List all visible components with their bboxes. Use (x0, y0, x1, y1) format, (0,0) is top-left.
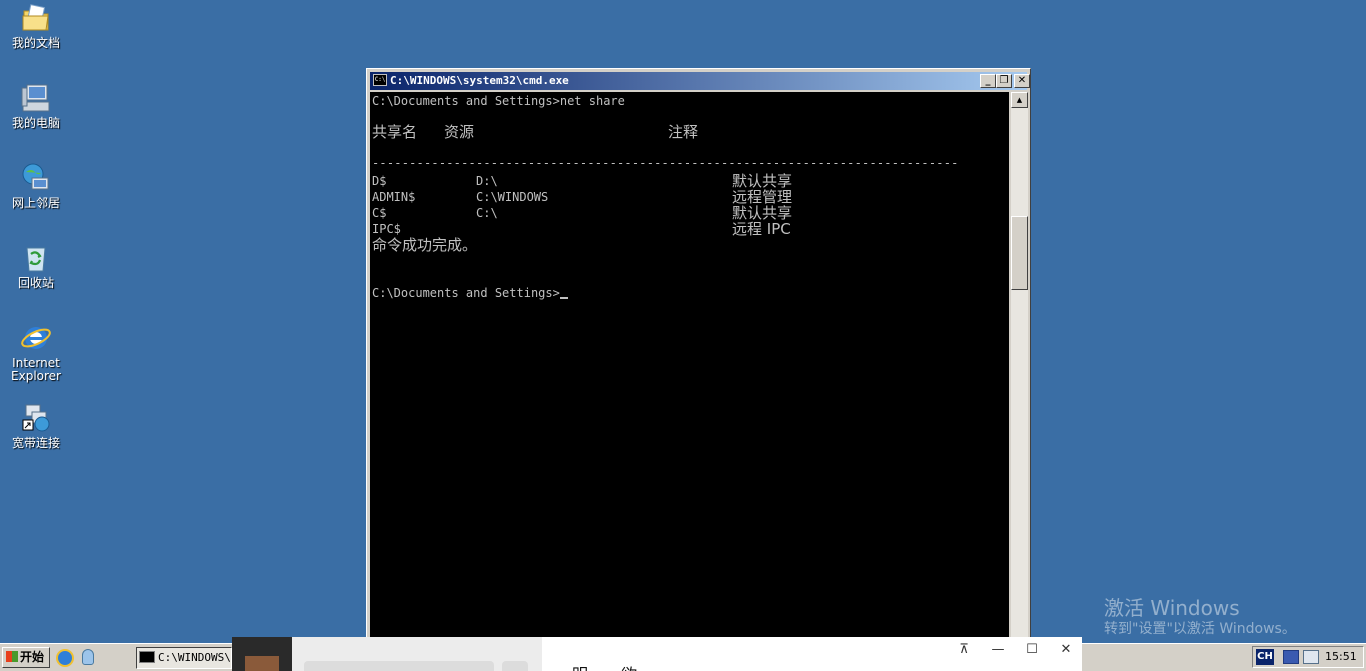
taskbar-cmd-button[interactable]: C:\WINDOWS\s (136, 647, 232, 669)
quicklaunch-ie-icon[interactable] (56, 649, 74, 667)
pin-icon[interactable]: ⊼ (954, 642, 974, 657)
quicklaunch-show-desktop-icon[interactable] (82, 649, 94, 665)
broadband-connection-icon (22, 404, 50, 432)
command-line: C:\Documents and Settings>net share (372, 94, 625, 108)
desktop-icon-my-documents[interactable]: 我的文档 (0, 2, 72, 50)
cmd-titlebar[interactable]: C:\ C:\WINDOWS\system32\cmd.exe _ ❐ ✕ (370, 72, 1030, 90)
minimize-button[interactable]: _ (980, 74, 996, 88)
close-button[interactable]: ✕ (1014, 74, 1030, 88)
prompt-text: C:\Documents and Settings> (372, 286, 560, 300)
overlay-search-box[interactable] (304, 661, 494, 671)
share-remark: 远程管理 (732, 188, 793, 206)
share-resource: C:\WINDOWS (476, 190, 549, 204)
thumbnail-image (245, 656, 279, 671)
desktop-icon-label: Internet Explorer (11, 356, 61, 383)
overlay-window[interactable]: 明 欲 ⊼ — ☐ ✕ (232, 637, 1082, 671)
text-cursor (559, 297, 568, 299)
restore-button[interactable]: ❐ (996, 74, 1012, 88)
overlay-minimize-button[interactable]: — (988, 642, 1008, 657)
desktop-icon-label: 我的电脑 (11, 116, 60, 130)
cmd-window[interactable]: C:\ C:\WINDOWS\system32\cmd.exe _ ❐ ✕ C:… (366, 68, 1031, 643)
folder-icon (22, 4, 49, 31)
console-app-icon: C:\ (373, 74, 387, 86)
scroll-thumb[interactable] (1011, 216, 1028, 290)
network-status-icon[interactable] (1283, 650, 1299, 664)
success-message: 命令成功完成。 (372, 236, 478, 254)
display-icon[interactable] (1303, 650, 1319, 664)
network-icon (22, 163, 49, 190)
desktop-icon-label: 我的文档 (11, 36, 60, 50)
start-label: 开始 (20, 650, 45, 664)
share-name: IPC$ (372, 222, 401, 236)
overlay-maximize-button[interactable]: ☐ (1022, 642, 1042, 657)
recycle-bin-icon (26, 247, 46, 272)
start-button[interactable]: 开始 (2, 647, 50, 668)
window-title: C:\WINDOWS\system32\cmd.exe (390, 74, 569, 87)
overlay-main: 明 欲 ⊼ — ☐ ✕ (542, 637, 1082, 671)
share-resource: D:\ (476, 174, 498, 188)
column-header-remark: 注释 (668, 123, 699, 141)
desktop-icon-label: 回收站 (17, 276, 54, 290)
overlay-heading: 明 欲 (572, 661, 651, 671)
console-output[interactable]: C:\Documents and Settings>net share 共享名 … (370, 92, 1009, 642)
console-app-icon (139, 651, 155, 663)
share-name: D$ (372, 174, 387, 188)
scroll-up-arrow-icon[interactable]: ▲ (1011, 92, 1028, 108)
overlay-sidebar (292, 637, 542, 671)
share-remark: 默认共享 (732, 204, 793, 222)
separator-line: ----------------------------------------… (372, 156, 959, 170)
desktop-icon-my-computer[interactable]: 我的电脑 (0, 82, 72, 130)
desktop-icon-internet-explorer[interactable]: Internet Explorer (0, 322, 72, 383)
activation-watermark-subtitle: 转到"设置"以激活 Windows。 (1104, 621, 1296, 637)
computer-icon (21, 84, 50, 112)
overlay-close-button[interactable]: ✕ (1056, 642, 1076, 657)
share-name: C$ (372, 206, 387, 220)
activation-watermark-title: 激活 Windows (1104, 596, 1240, 620)
desktop-icon-recycle-bin[interactable]: 回收站 (0, 242, 72, 290)
vertical-scrollbar[interactable]: ▲ (1011, 92, 1028, 642)
share-remark: 远程 IPC (732, 220, 791, 238)
column-header-resource: 资源 (444, 123, 475, 141)
overlay-thumbnail (232, 637, 292, 671)
internet-explorer-icon (21, 327, 51, 349)
desktop-icon-network-places[interactable]: 网上邻居 (0, 162, 72, 210)
windows-logo-icon (6, 651, 18, 662)
desktop-icon-broadband[interactable]: 宽带连接 (0, 402, 72, 450)
share-remark: 默认共享 (732, 172, 793, 190)
taskbar-cmd-label: C:\WINDOWS\s (158, 651, 232, 664)
overlay-add-button[interactable] (502, 661, 528, 671)
column-header-share: 共享名 (372, 123, 418, 141)
desktop-icon-label: 网上邻居 (11, 196, 60, 210)
share-resource: C:\ (476, 206, 498, 220)
desktop-icon-label: 宽带连接 (11, 436, 60, 450)
prompt-line[interactable]: C:\Documents and Settings> (372, 286, 568, 300)
clock: 15:51 (1325, 650, 1357, 663)
share-name: ADMIN$ (372, 190, 416, 204)
